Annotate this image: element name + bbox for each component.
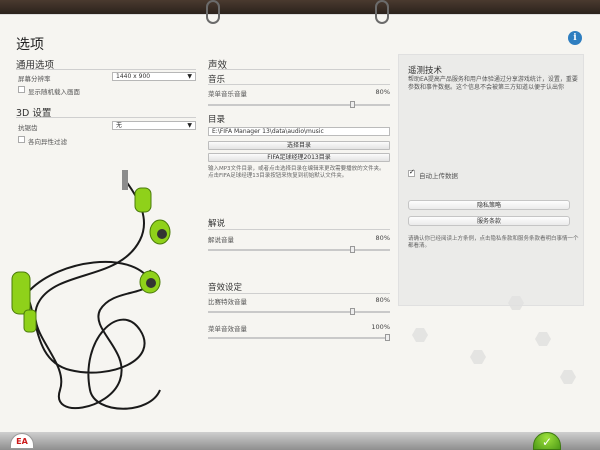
commentary-heading: 解说 <box>208 219 226 229</box>
resolution-select[interactable]: 1440 x 900 ▼ <box>112 72 196 81</box>
slider-handle[interactable] <box>349 308 355 315</box>
menu-music-slider[interactable] <box>208 101 390 108</box>
chevron-down-icon: ▼ <box>187 73 192 80</box>
resolution-value: 1440 x 900 <box>116 73 151 80</box>
antialias-label: 抗锯齿 <box>18 124 38 132</box>
directory-note: 输入MP3文件目录，或者点击选择目录在编辑来更改需要播放的文件夹。点击FIFA足… <box>208 166 385 179</box>
sfx-heading: 音效设定 <box>208 283 243 293</box>
commentary-volume-slider[interactable] <box>208 246 390 253</box>
telemetry-description: 帮助EA提高产品服务和用户体验通过分享游戏统计，设置，重要参数和事件数据。这个信… <box>408 76 578 91</box>
menu-music-value: 80% <box>375 88 390 96</box>
earphones-illustration <box>11 170 171 410</box>
menu-sfx-slider[interactable] <box>208 334 390 341</box>
antialias-value: 无 <box>116 122 123 129</box>
aniso-label: 各向异性过滤 <box>28 138 67 146</box>
slider-handle[interactable] <box>349 101 355 108</box>
bottom-bar <box>0 432 600 450</box>
terms-of-service-button[interactable]: 服务条款 <box>408 216 570 226</box>
show-random-checkbox[interactable] <box>18 86 25 93</box>
page-title: 选项 <box>16 37 44 53</box>
privacy-policy-button[interactable]: 隐私策略 <box>408 200 570 210</box>
divider <box>208 84 390 85</box>
commentary-volume-value: 80% <box>375 234 390 242</box>
divider <box>208 69 390 70</box>
fifa-directory-button[interactable]: FIFA足球经理2013目录 <box>208 153 390 162</box>
divider <box>208 293 390 294</box>
telemetry-heading: 遥测技术 <box>408 66 443 76</box>
antialias-select[interactable]: 无 ▼ <box>112 121 196 130</box>
auto-upload-checkbox[interactable] <box>408 168 415 177</box>
divider <box>208 229 390 230</box>
choose-directory-button[interactable]: 选择目录 <box>208 141 390 150</box>
directory-path-field[interactable]: E:\FIFA Manager 13\data\audio\music <box>208 127 390 136</box>
commentary-volume-label: 解说音量 <box>208 236 234 244</box>
divider <box>16 117 196 118</box>
aniso-checkbox[interactable] <box>18 136 25 143</box>
resolution-label: 屏幕分辨率 <box>18 75 51 83</box>
binder-ring-left <box>206 0 220 24</box>
show-random-label: 显示随机载入画面 <box>28 88 80 96</box>
match-sfx-label: 比赛特效音量 <box>208 298 247 306</box>
divider <box>16 69 196 70</box>
wood-background <box>0 0 600 14</box>
auto-upload-label: 自动上传数据 <box>419 172 458 180</box>
directory-heading: 目录 <box>208 115 226 125</box>
info-icon[interactable]: i <box>568 31 582 45</box>
chevron-down-icon: ▼ <box>187 122 192 129</box>
menu-sfx-label: 菜单音效音量 <box>208 325 247 333</box>
slider-handle[interactable] <box>349 246 355 253</box>
match-sfx-slider[interactable] <box>208 308 390 315</box>
telemetry-footnote: 请确认你已经阅读上方条例，点击隐私条款和服务条款看明白事情一个都看清。 <box>408 236 579 249</box>
slider-handle[interactable] <box>385 334 390 341</box>
menu-sfx-value: 100% <box>371 323 390 331</box>
match-sfx-value: 80% <box>375 296 390 304</box>
check-icon: ✓ <box>541 435 553 449</box>
menu-music-label: 菜单音乐音量 <box>208 90 247 98</box>
binder-ring-right <box>375 0 389 24</box>
